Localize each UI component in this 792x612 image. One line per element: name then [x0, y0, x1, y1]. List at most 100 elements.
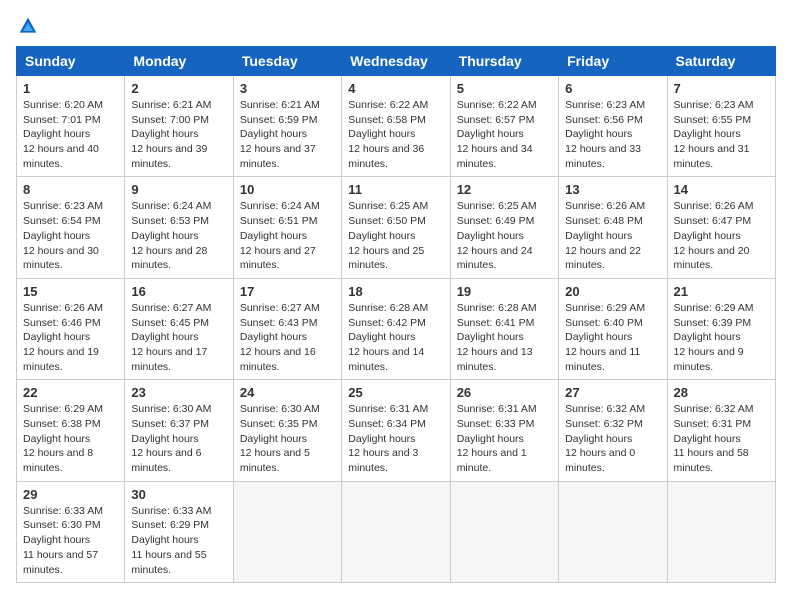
- calendar-day-header: Saturday: [667, 47, 775, 76]
- day-number: 23: [131, 385, 226, 400]
- day-number: 1: [23, 81, 118, 96]
- day-info: Sunrise: 6:31 AMSunset: 6:34 PMDaylight …: [348, 402, 443, 475]
- day-number: 29: [23, 487, 118, 502]
- day-info: Sunrise: 6:28 AMSunset: 6:41 PMDaylight …: [457, 301, 552, 374]
- calendar-day-cell: 19 Sunrise: 6:28 AMSunset: 6:41 PMDayligh…: [450, 278, 558, 379]
- calendar-header-row: SundayMondayTuesdayWednesdayThursdayFrid…: [17, 47, 776, 76]
- day-info: Sunrise: 6:32 AMSunset: 6:31 PMDaylight …: [674, 402, 769, 475]
- calendar-day-header: Wednesday: [342, 47, 450, 76]
- day-number: 15: [23, 284, 118, 299]
- calendar-week-row: 29 Sunrise: 6:33 AMSunset: 6:30 PMDayligh…: [17, 481, 776, 582]
- day-number: 24: [240, 385, 335, 400]
- day-number: 21: [674, 284, 769, 299]
- calendar-day-cell: 15 Sunrise: 6:26 AMSunset: 6:46 PMDayligh…: [17, 278, 125, 379]
- calendar-day-header: Monday: [125, 47, 233, 76]
- day-info: Sunrise: 6:29 AMSunset: 6:38 PMDaylight …: [23, 402, 118, 475]
- calendar-day-cell: 12 Sunrise: 6:25 AMSunset: 6:49 PMDayligh…: [450, 177, 558, 278]
- day-number: 5: [457, 81, 552, 96]
- day-number: 27: [565, 385, 660, 400]
- day-info: Sunrise: 6:20 AMSunset: 7:01 PMDaylight …: [23, 98, 118, 171]
- calendar-day-cell: 8 Sunrise: 6:23 AMSunset: 6:54 PMDaylight…: [17, 177, 125, 278]
- day-number: 22: [23, 385, 118, 400]
- calendar-day-cell: 16Sunrise: 6:27 AMSunset: 6:45 PMDayligh…: [125, 278, 233, 379]
- day-info: Sunrise: 6:23 AMSunset: 6:54 PMDaylight …: [23, 199, 118, 272]
- calendar-week-row: 15 Sunrise: 6:26 AMSunset: 6:46 PMDayligh…: [17, 278, 776, 379]
- day-info: Sunrise: 6:26 AMSunset: 6:48 PMDaylight …: [565, 199, 660, 272]
- day-number: 12: [457, 182, 552, 197]
- calendar-day-header: Sunday: [17, 47, 125, 76]
- day-number: 13: [565, 182, 660, 197]
- calendar-day-cell: 9Sunrise: 6:24 AMSunset: 6:53 PMDaylight…: [125, 177, 233, 278]
- day-info: Sunrise: 6:25 AMSunset: 6:49 PMDaylight …: [457, 199, 552, 272]
- day-info: Sunrise: 6:31 AMSunset: 6:33 PMDaylight …: [457, 402, 552, 475]
- calendar-day-cell: 26 Sunrise: 6:31 AMSunset: 6:33 PMDayligh…: [450, 380, 558, 481]
- day-info: Sunrise: 6:29 AMSunset: 6:39 PMDaylight …: [674, 301, 769, 374]
- calendar-day-cell: 4 Sunrise: 6:22 AMSunset: 6:58 PMDaylight…: [342, 76, 450, 177]
- day-info: Sunrise: 6:33 AMSunset: 6:30 PMDaylight …: [23, 504, 118, 577]
- day-number: 16: [131, 284, 226, 299]
- calendar-day-cell: 2 Sunrise: 6:21 AMSunset: 7:00 PMDaylight…: [125, 76, 233, 177]
- day-info: Sunrise: 6:33 AMSunset: 6:29 PMDaylight …: [131, 504, 226, 577]
- day-number: 20: [565, 284, 660, 299]
- calendar-day-cell: 5 Sunrise: 6:22 AMSunset: 6:57 PMDaylight…: [450, 76, 558, 177]
- calendar-day-cell: 24 Sunrise: 6:30 AMSunset: 6:35 PMDayligh…: [233, 380, 341, 481]
- calendar-day-cell: 7 Sunrise: 6:23 AMSunset: 6:55 PMDaylight…: [667, 76, 775, 177]
- calendar-day-cell: 30 Sunrise: 6:33 AMSunset: 6:29 PMDayligh…: [125, 481, 233, 582]
- day-info: Sunrise: 6:29 AMSunset: 6:40 PMDaylight …: [565, 301, 660, 374]
- day-info: Sunrise: 6:23 AMSunset: 6:55 PMDaylight …: [674, 98, 769, 171]
- calendar-day-cell: [559, 481, 667, 582]
- logo: [16, 16, 38, 36]
- day-info: Sunrise: 6:21 AMSunset: 6:59 PMDaylight …: [240, 98, 335, 171]
- day-info: Sunrise: 6:24 AMSunset: 6:53 PMDaylight …: [131, 199, 226, 272]
- day-number: 10: [240, 182, 335, 197]
- day-number: 17: [240, 284, 335, 299]
- calendar-day-cell: 17 Sunrise: 6:27 AMSunset: 6:43 PMDayligh…: [233, 278, 341, 379]
- calendar-day-cell: 6Sunrise: 6:23 AMSunset: 6:56 PMDaylight…: [559, 76, 667, 177]
- day-number: 4: [348, 81, 443, 96]
- day-info: Sunrise: 6:26 AMSunset: 6:46 PMDaylight …: [23, 301, 118, 374]
- day-number: 25: [348, 385, 443, 400]
- calendar-day-cell: 3 Sunrise: 6:21 AMSunset: 6:59 PMDaylight…: [233, 76, 341, 177]
- logo-icon: [18, 16, 38, 36]
- day-number: 11: [348, 182, 443, 197]
- calendar-day-cell: 29 Sunrise: 6:33 AMSunset: 6:30 PMDayligh…: [17, 481, 125, 582]
- calendar-week-row: 1 Sunrise: 6:20 AMSunset: 7:01 PMDaylight…: [17, 76, 776, 177]
- calendar-day-cell: [450, 481, 558, 582]
- calendar-day-cell: 11 Sunrise: 6:25 AMSunset: 6:50 PMDayligh…: [342, 177, 450, 278]
- day-number: 30: [131, 487, 226, 502]
- calendar-day-cell: 10 Sunrise: 6:24 AMSunset: 6:51 PMDayligh…: [233, 177, 341, 278]
- day-info: Sunrise: 6:26 AMSunset: 6:47 PMDaylight …: [674, 199, 769, 272]
- day-number: 26: [457, 385, 552, 400]
- day-number: 14: [674, 182, 769, 197]
- calendar-day-header: Tuesday: [233, 47, 341, 76]
- calendar-day-cell: 23Sunrise: 6:30 AMSunset: 6:37 PMDayligh…: [125, 380, 233, 481]
- day-number: 6: [565, 81, 660, 96]
- day-number: 28: [674, 385, 769, 400]
- calendar-week-row: 22 Sunrise: 6:29 AMSunset: 6:38 PMDayligh…: [17, 380, 776, 481]
- calendar-day-cell: 13 Sunrise: 6:26 AMSunset: 6:48 PMDayligh…: [559, 177, 667, 278]
- day-info: Sunrise: 6:27 AMSunset: 6:43 PMDaylight …: [240, 301, 335, 374]
- day-info: Sunrise: 6:22 AMSunset: 6:57 PMDaylight …: [457, 98, 552, 171]
- calendar-day-cell: 27 Sunrise: 6:32 AMSunset: 6:32 PMDayligh…: [559, 380, 667, 481]
- calendar-day-header: Friday: [559, 47, 667, 76]
- calendar-day-cell: 21 Sunrise: 6:29 AMSunset: 6:39 PMDayligh…: [667, 278, 775, 379]
- calendar-day-cell: [233, 481, 341, 582]
- day-info: Sunrise: 6:25 AMSunset: 6:50 PMDaylight …: [348, 199, 443, 272]
- day-number: 2: [131, 81, 226, 96]
- day-info: Sunrise: 6:30 AMSunset: 6:35 PMDaylight …: [240, 402, 335, 475]
- day-number: 3: [240, 81, 335, 96]
- day-info: Sunrise: 6:28 AMSunset: 6:42 PMDaylight …: [348, 301, 443, 374]
- day-info: Sunrise: 6:21 AMSunset: 7:00 PMDaylight …: [131, 98, 226, 171]
- day-info: Sunrise: 6:24 AMSunset: 6:51 PMDaylight …: [240, 199, 335, 272]
- day-number: 19: [457, 284, 552, 299]
- day-number: 7: [674, 81, 769, 96]
- calendar-table: SundayMondayTuesdayWednesdayThursdayFrid…: [16, 46, 776, 583]
- page-header: [16, 16, 776, 36]
- day-number: 8: [23, 182, 118, 197]
- day-info: Sunrise: 6:22 AMSunset: 6:58 PMDaylight …: [348, 98, 443, 171]
- day-number: 18: [348, 284, 443, 299]
- day-info: Sunrise: 6:32 AMSunset: 6:32 PMDaylight …: [565, 402, 660, 475]
- calendar-day-cell: 18 Sunrise: 6:28 AMSunset: 6:42 PMDayligh…: [342, 278, 450, 379]
- calendar-day-cell: 28 Sunrise: 6:32 AMSunset: 6:31 PMDayligh…: [667, 380, 775, 481]
- calendar-day-cell: 14 Sunrise: 6:26 AMSunset: 6:47 PMDayligh…: [667, 177, 775, 278]
